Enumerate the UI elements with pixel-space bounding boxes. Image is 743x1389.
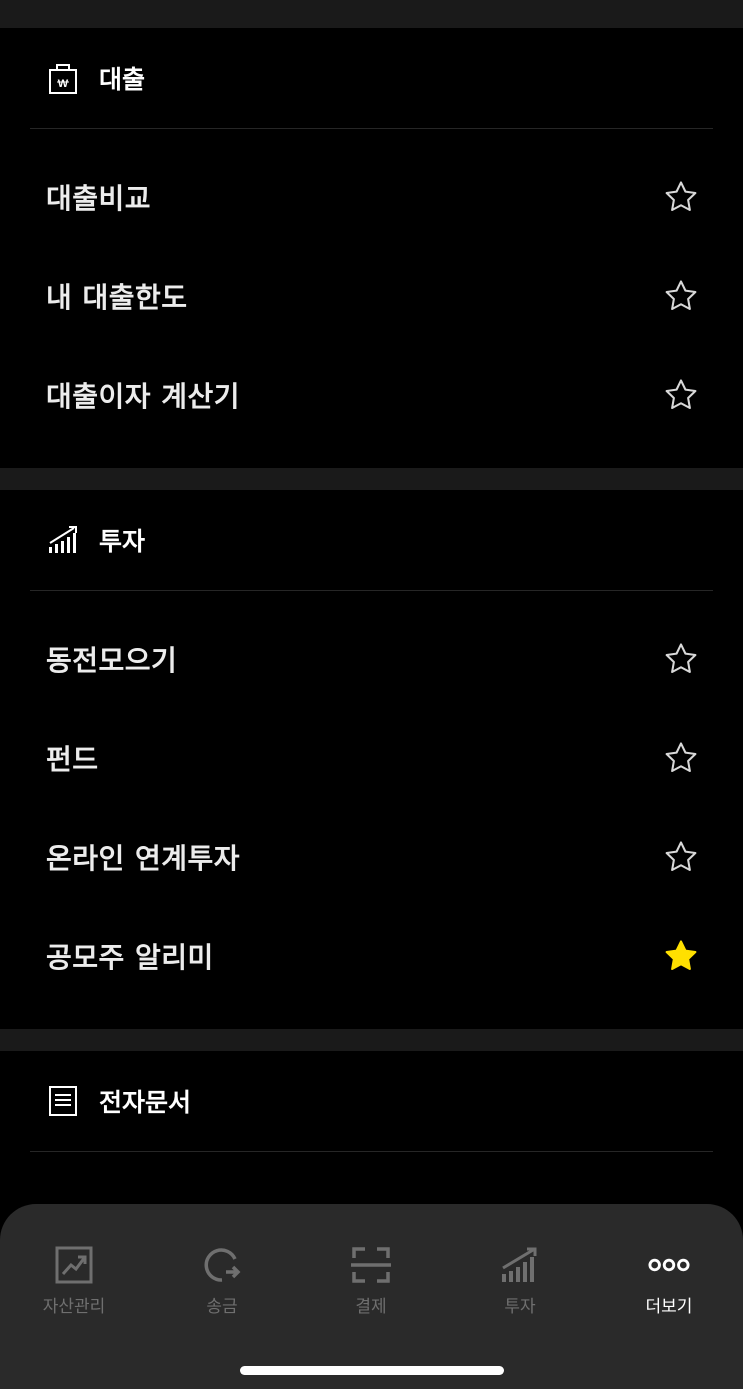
bar-chart-icon: [48, 523, 82, 557]
divider: [30, 1151, 713, 1152]
favorite-star-icon[interactable]: [661, 738, 701, 778]
tab-transfer[interactable]: 송금: [148, 1244, 296, 1317]
section-header-e-documents: 전자문서: [0, 1051, 743, 1151]
svg-text:W: W: [58, 78, 69, 90]
favorite-star-icon[interactable]: [661, 837, 701, 877]
loan-bag-icon: W: [48, 61, 82, 95]
menu-item-label: 펀드: [46, 742, 99, 776]
transfer-icon: [201, 1244, 243, 1286]
menu-item-label: 온라인 연계투자: [46, 841, 241, 875]
tab-more[interactable]: 더보기: [595, 1244, 743, 1317]
tab-label: 결제: [355, 1297, 387, 1317]
menu-item-fund[interactable]: 펀드: [0, 708, 743, 807]
scan-icon: [350, 1244, 392, 1286]
tab-label: 더보기: [645, 1297, 693, 1317]
section-gap: [0, 6, 743, 28]
menu-item-coin-saving[interactable]: 동전모으기: [0, 609, 743, 708]
section-title: 대출: [99, 65, 146, 94]
section-gap: [0, 1029, 743, 1051]
section-title: 전자문서: [99, 1088, 192, 1117]
asset-chart-icon: [53, 1244, 95, 1286]
invest-bars-icon: [499, 1244, 541, 1286]
menu-item-my-loan-limit[interactable]: 내 대출한도: [0, 246, 743, 345]
favorite-star-icon[interactable]: [661, 276, 701, 316]
tab-asset-management[interactable]: 자산관리: [0, 1244, 148, 1317]
tab-label: 송금: [206, 1297, 238, 1317]
document-icon: [48, 1084, 82, 1118]
tab-label: 투자: [504, 1297, 536, 1317]
menu-item-label: 대출비교: [46, 181, 152, 215]
section-title: 투자: [99, 527, 146, 556]
favorite-star-icon[interactable]: [661, 639, 701, 679]
section-loan: W 대출 대출비교 내 대출한도 대출이자 계산기: [0, 28, 743, 468]
menu-item-label: 공모주 알리미: [46, 940, 214, 974]
menu-item-p2p-investment[interactable]: 온라인 연계투자: [0, 807, 743, 906]
section-header-loan: W 대출: [0, 28, 743, 128]
favorite-star-icon[interactable]: [661, 177, 701, 217]
menu-item-label: 대출이자 계산기: [46, 379, 241, 413]
section-header-invest: 투자: [0, 490, 743, 590]
menu-item-label: 동전모으기: [46, 643, 178, 677]
tab-payment[interactable]: 결제: [297, 1244, 445, 1317]
more-dots-icon: [648, 1244, 690, 1286]
more-menu-page: W 대출 대출비교 내 대출한도 대출이자 계산기 투자 동전모으기 펀드 온라…: [0, 0, 743, 1389]
section-e-documents: 전자문서: [0, 1051, 743, 1152]
menu-item-loan-compare[interactable]: 대출비교: [0, 147, 743, 246]
bottom-tab-bar: 자산관리 송금 결제 투자 더보기: [0, 1204, 743, 1389]
menu-item-loan-interest-calculator[interactable]: 대출이자 계산기: [0, 345, 743, 444]
menu-item-label: 내 대출한도: [46, 280, 188, 314]
home-indicator: [240, 1366, 504, 1375]
menu-item-ipo-alert[interactable]: 공모주 알리미: [0, 906, 743, 1005]
section-invest: 투자 동전모으기 펀드 온라인 연계투자 공모주 알리미: [0, 490, 743, 1029]
tab-invest[interactable]: 투자: [446, 1244, 594, 1317]
tab-label: 자산관리: [42, 1297, 106, 1317]
section-gap: [0, 468, 743, 490]
favorite-star-filled-icon[interactable]: [661, 936, 701, 976]
favorite-star-icon[interactable]: [661, 375, 701, 415]
